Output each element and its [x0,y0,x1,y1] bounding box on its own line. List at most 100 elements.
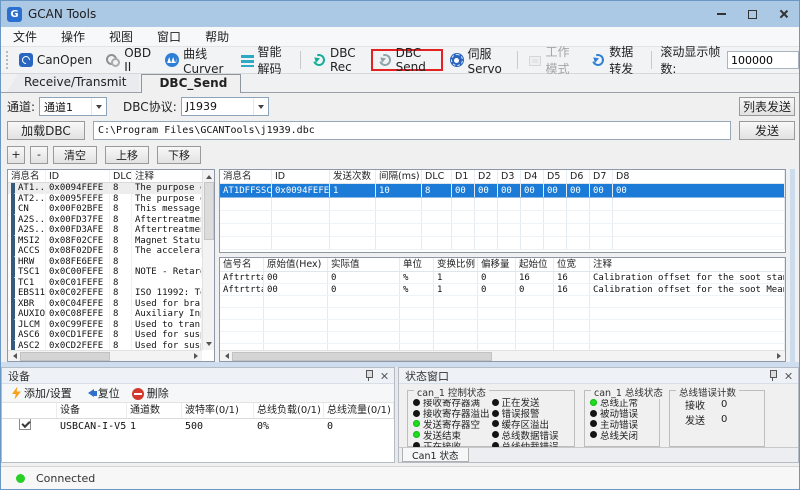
toolbar-button-curver[interactable]: 曲线Curver [158,49,233,71]
menu-item-file[interactable]: 文件 [1,27,49,46]
column-header[interactable]: 发送次数 [330,170,376,183]
table-row[interactable]: MSI20x08F02CFE8Magnet Status In [8,236,202,247]
toolbar-button-data-forward[interactable]: 数据转发 [584,49,647,71]
column-header[interactable]: 消息名 [220,170,272,183]
tab-dbc-send[interactable]: DBC_Send [141,74,241,93]
column-header[interactable]: D4 [521,170,544,183]
frame-count-input[interactable] [727,51,799,69]
edit-button-remove[interactable]: - [30,146,48,164]
column-header[interactable] [2,403,57,418]
maximize-button[interactable] [737,1,768,27]
expand-arrow-icon[interactable] [11,204,15,215]
send-button[interactable]: 发送 [739,121,795,140]
column-header[interactable]: 位宽 [554,258,590,271]
expand-arrow-icon[interactable] [11,225,15,236]
column-header[interactable]: ID [46,170,110,182]
pin-icon[interactable] [768,370,777,381]
scrollbar-thumb[interactable] [232,352,492,361]
close-icon[interactable] [784,372,792,380]
tab-can1-status[interactable]: Can1 状态 [402,448,469,462]
scroll-right-icon[interactable] [773,350,785,362]
column-header[interactable]: 实际值 [328,258,400,271]
column-header[interactable]: 通道数 [127,403,182,418]
column-header[interactable]: 设备 [57,403,127,418]
column-header[interactable]: 间隔(ms) [376,170,422,183]
row-checkbox[interactable] [19,419,31,430]
scroll-right-icon[interactable] [190,350,202,362]
expand-arrow-icon[interactable] [11,330,15,341]
toolbar-button-delete[interactable]: 删除 [126,384,175,402]
menu-item-help[interactable]: 帮助 [193,27,241,46]
expand-arrow-icon[interactable] [11,183,15,194]
horizontal-scrollbar[interactable] [8,350,202,361]
toolbar-button-servo[interactable]: 伺服Servo [443,49,514,71]
edit-button-clear[interactable]: 清空 [53,146,97,164]
expand-arrow-icon[interactable] [11,320,15,331]
edit-button-move-up[interactable]: 上移 [105,146,149,164]
vertical-scrollbar[interactable] [202,170,214,350]
expand-arrow-icon[interactable] [11,278,15,289]
horizontal-scrollbar[interactable] [220,350,785,361]
expand-arrow-icon[interactable] [11,246,15,257]
expand-arrow-icon[interactable] [11,309,15,320]
channel-select[interactable]: 通道1 [39,97,107,116]
column-header[interactable]: ID [272,170,330,183]
toolbar-grip[interactable] [6,51,9,69]
table-row[interactable]: USBCAN-I-V515000%0 [2,419,394,434]
table-row[interactable]: HRW0x08FE6EFE8 [8,257,202,268]
column-header[interactable]: D7 [590,170,613,183]
dbc-path-input[interactable] [93,121,731,140]
table-row[interactable]: AT1...0x0094FEFE8The purpose of t [8,183,202,194]
table-row[interactable]: Aftrtrtan...000%10016Calibration offset … [220,284,785,296]
table-row[interactable]: EBS110x0C02FEFE8ISO 11992: Towin [8,288,202,299]
column-header[interactable]: D2 [475,170,498,183]
scrollbar-thumb[interactable] [204,182,214,240]
column-header[interactable]: 消息名 [8,170,46,182]
table-row[interactable]: CN0x00F02BFE8This message is [8,204,202,215]
column-header[interactable]: D3 [498,170,521,183]
table-row[interactable]: A2S...0x00FD3AFE8Aftertreatment 2 [8,225,202,236]
column-header[interactable]: 单位 [400,258,434,271]
table-row[interactable]: ACCS0x08F02DFE8The acceleration [8,246,202,257]
menu-item-operation[interactable]: 操作 [49,27,97,46]
toolbar-button-add-settings[interactable]: 添加/设置 [6,384,78,402]
column-header[interactable]: DLC [422,170,452,183]
table-row[interactable]: TC10x0C01FEFE8 [8,278,202,289]
expand-arrow-icon[interactable] [11,236,15,247]
column-header[interactable]: 原始值(Hex) [264,258,328,271]
scrollbar-thumb[interactable] [20,352,110,361]
column-header[interactable]: D8 [613,170,785,183]
column-header[interactable]: D6 [567,170,590,183]
table-row[interactable]: ASC60x0CD1FEFE8Used for suspens [8,330,202,341]
column-header[interactable]: 变换比例 [434,258,478,271]
expand-arrow-icon[interactable] [11,299,15,310]
column-header[interactable]: 总线负载(0/1) [254,403,324,418]
menu-item-window[interactable]: 窗口 [145,27,193,46]
close-button[interactable] [768,1,799,27]
toolbar-button-canopen[interactable]: CanOpen [12,49,99,71]
tab-receive-transmit[interactable]: Receive/Transmit [7,74,139,92]
column-header[interactable]: D5 [544,170,567,183]
table-row[interactable]: XBR0x0C04FEFE8Used for brake c [8,299,202,310]
load-dbc-button[interactable]: 加载DBC [7,121,85,140]
scroll-left-icon[interactable] [8,350,20,362]
protocol-select[interactable]: J1939 [181,97,269,116]
pin-icon[interactable] [364,370,373,381]
table-row[interactable]: AT1DFFSSC0x0094FEFE11080000000000000000 [220,184,785,198]
table-row[interactable]: AUXIO50x0C08FEFE8Auxiliary Input/ [8,309,202,320]
toolbar-button-work-mode[interactable]: 工作模式 [522,49,584,71]
toolbar-button-dbc-send[interactable]: DBC Send [371,49,443,71]
table-row[interactable]: TSC10x0C00FEFE8NOTE - Retarder [8,267,202,278]
column-header[interactable]: DLC [110,170,132,182]
expand-arrow-icon[interactable] [11,257,15,268]
column-header[interactable]: 波特率(0/1) [182,403,254,418]
edit-button-move-down[interactable]: 下移 [157,146,201,164]
column-header[interactable]: 注释 [590,258,785,271]
close-icon[interactable] [380,372,388,380]
column-header[interactable]: 信号名 [220,258,264,271]
toolbar-button-smart-decode[interactable]: 智能解码 [234,49,296,71]
expand-arrow-icon[interactable] [11,215,15,226]
table-row[interactable]: AT2...0x0095FEFE8The purpose of t [8,194,202,205]
toolbar-button-reset[interactable]: 复位 [78,384,126,402]
column-header[interactable]: 偏移量 [478,258,516,271]
